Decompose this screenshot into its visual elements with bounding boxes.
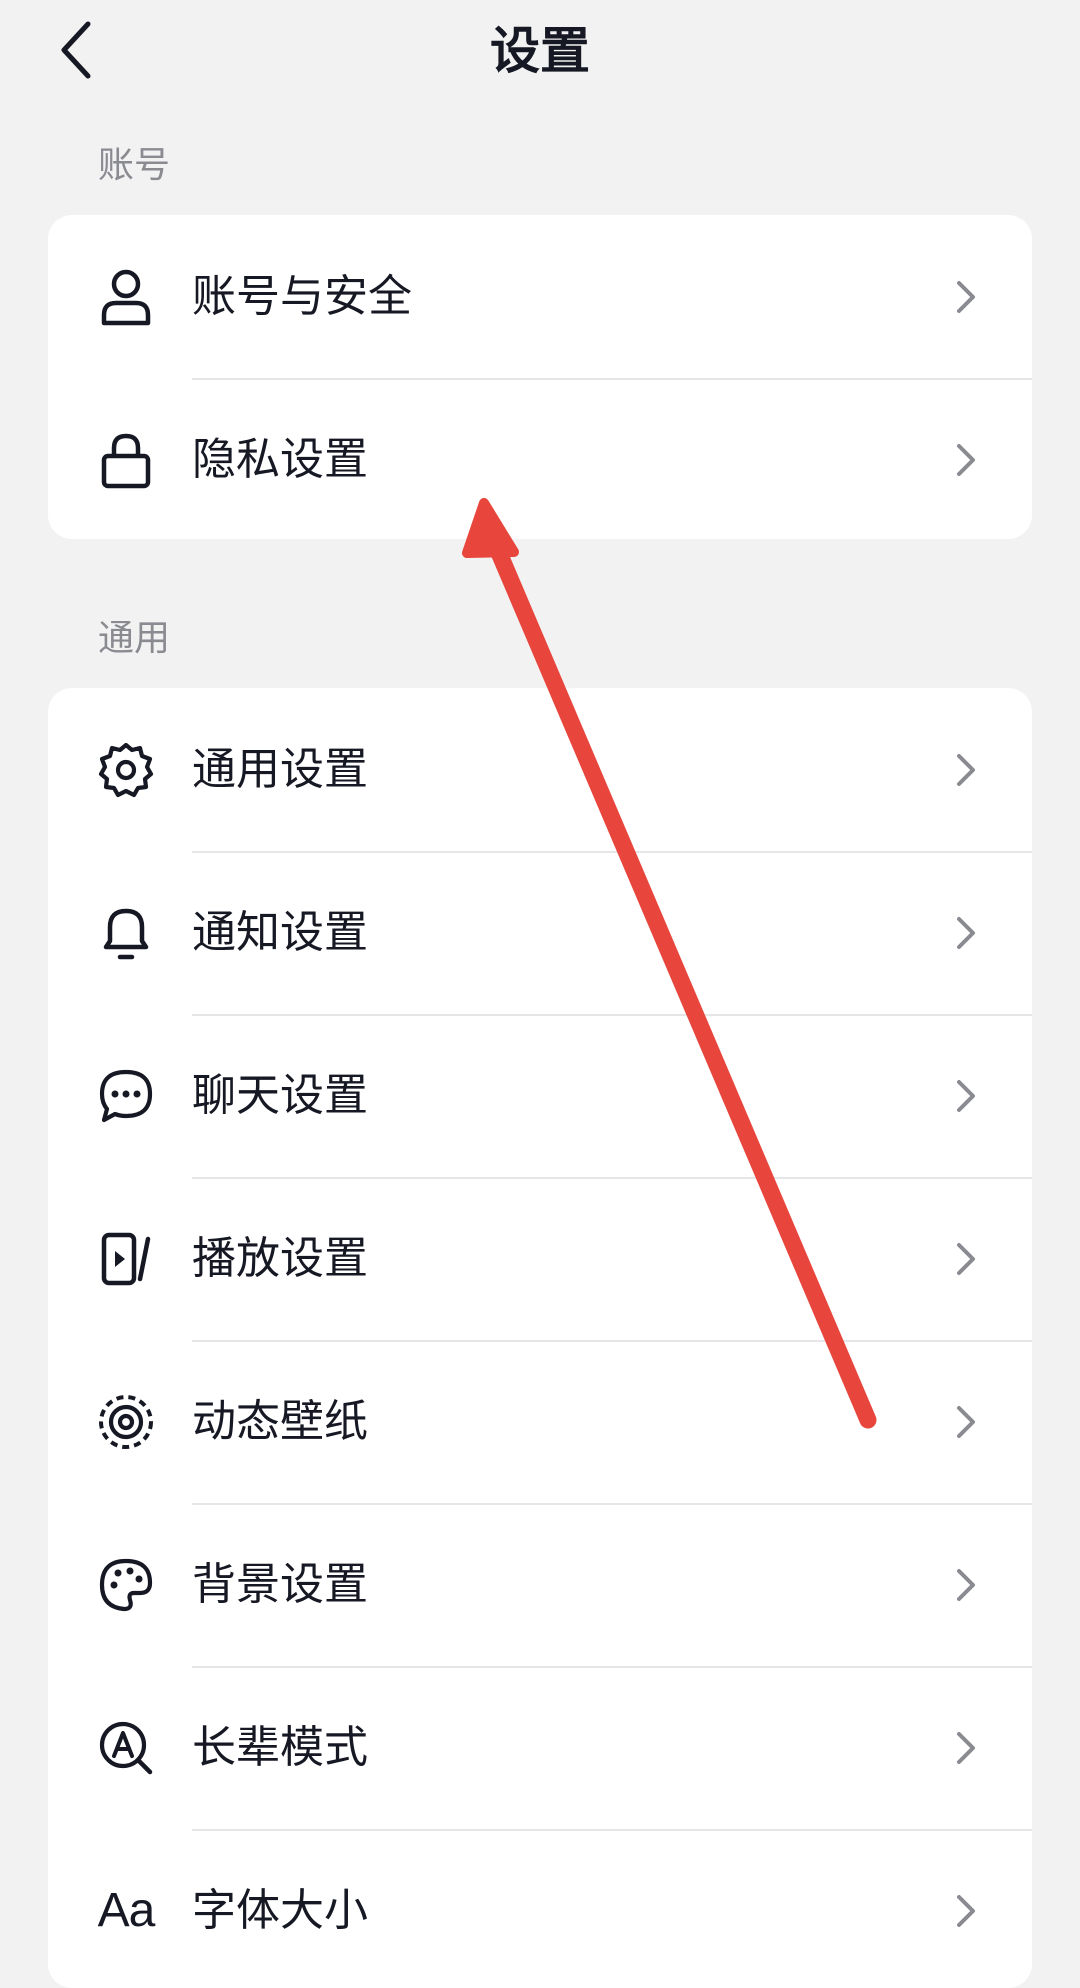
chevron-right-icon [957,280,975,313]
row-account-security[interactable]: 账号与安全 [48,215,1032,378]
font-size-icon: Aa [96,1881,156,1941]
row-font-size[interactable]: Aa 字体大小 [48,1829,1032,1988]
chevron-right-icon [957,1405,975,1438]
lock-icon [96,430,156,490]
row-playback-settings[interactable]: 播放设置 [48,1177,1032,1340]
row-label: 账号与安全 [192,270,412,322]
account-settings-card: 账号与安全 隐私设置 [48,215,1032,539]
chevron-right-icon [957,1242,975,1275]
play-screen-icon [96,1229,156,1289]
row-label: 通用设置 [192,743,368,795]
row-chat-settings[interactable]: 聊天设置 [48,1014,1032,1177]
row-elder-mode[interactable]: 长辈模式 [48,1666,1032,1829]
live-wallpaper-icon [96,1392,156,1452]
chat-bubble-icon [96,1066,156,1126]
row-label: 长辈模式 [192,1721,368,1773]
row-label: 背景设置 [192,1558,368,1610]
row-label: 动态壁纸 [192,1395,368,1447]
general-settings-card: 通用设置 通知设置 聊天设置 播放设置 动态壁纸 背景设置 长辈模式 Aa 字体… [48,688,1032,1988]
row-background-settings[interactable]: 背景设置 [48,1503,1032,1666]
top-bar: 设置 [0,0,1080,104]
chevron-right-icon [957,753,975,786]
row-general-settings[interactable]: 通用设置 [48,688,1032,851]
font-size-glyph: Aa [97,1883,156,1937]
row-privacy-settings[interactable]: 隐私设置 [48,378,1032,539]
section-label-general: 通用 [98,618,171,659]
page-title: 设置 [490,22,590,80]
section-label-account: 账号 [98,145,171,186]
elder-mode-icon [96,1718,156,1778]
chevron-right-icon [957,1731,975,1764]
row-live-wallpaper[interactable]: 动态壁纸 [48,1340,1032,1503]
row-label: 聊天设置 [192,1069,368,1121]
chevron-right-icon [957,916,975,949]
row-notification-settings[interactable]: 通知设置 [48,851,1032,1014]
row-label: 播放设置 [192,1232,368,1284]
row-label: 通知设置 [192,906,368,958]
row-label: 字体大小 [192,1884,368,1936]
gear-icon [96,740,156,800]
user-icon [96,267,156,327]
chevron-right-icon [957,1894,975,1927]
palette-icon [96,1555,156,1615]
chevron-right-icon [957,443,975,476]
chevron-right-icon [957,1079,975,1112]
chevron-right-icon [957,1568,975,1601]
row-label: 隐私设置 [192,433,368,485]
bell-icon [96,903,156,963]
